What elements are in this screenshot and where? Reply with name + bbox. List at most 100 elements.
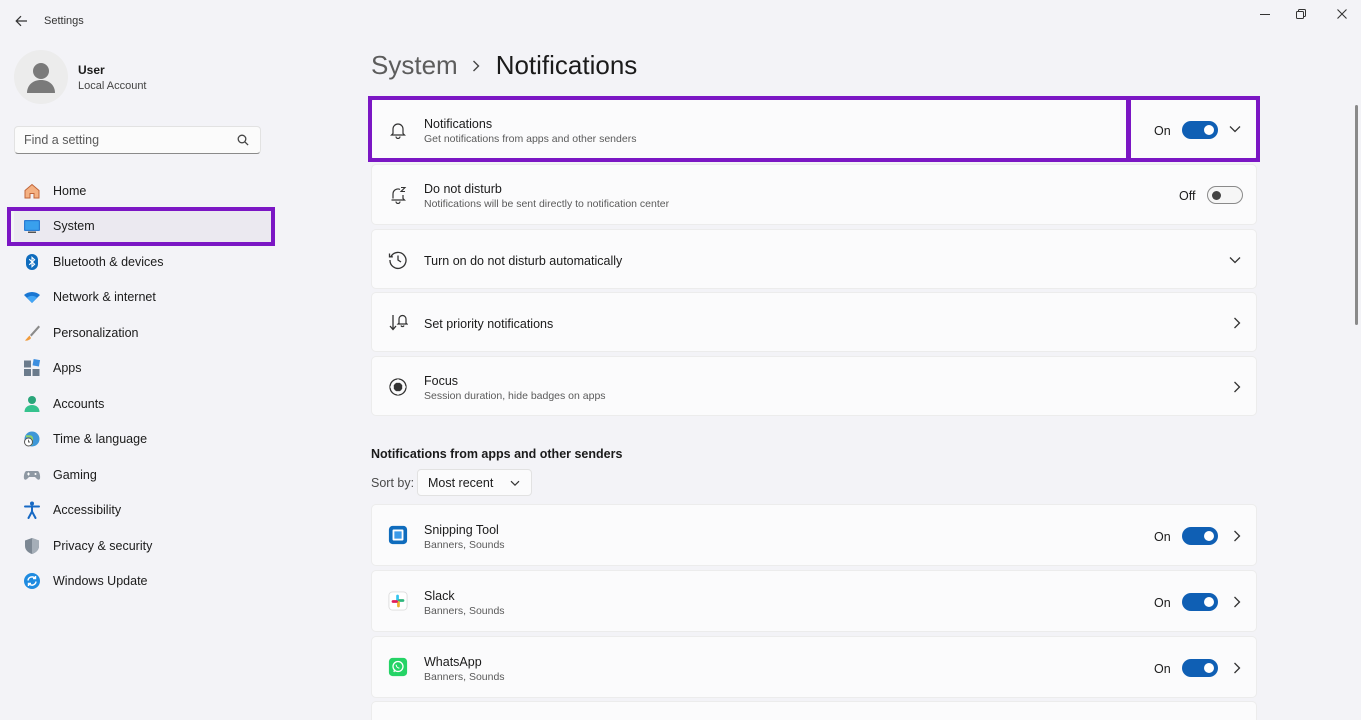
bell-icon xyxy=(388,120,408,140)
app-row-partial[interactable] xyxy=(371,701,1257,720)
sidebar-item-label: Accessibility xyxy=(53,503,122,518)
sidebar-item-personalization[interactable]: Personalization xyxy=(14,315,274,351)
user-profile[interactable]: User Local Account xyxy=(14,50,147,104)
sidebar-item-label: Privacy & security xyxy=(53,538,153,553)
do-not-disturb-title: Do not disturb xyxy=(424,182,502,196)
slack-icon xyxy=(388,591,408,611)
app-state: On xyxy=(1154,662,1171,676)
back-button[interactable] xyxy=(12,12,30,30)
search-icon[interactable] xyxy=(237,134,249,146)
search-box[interactable] xyxy=(14,126,261,154)
accessibility-icon xyxy=(23,501,41,520)
priority-notifications-title: Set priority notifications xyxy=(424,317,554,331)
chevron-down-icon xyxy=(509,477,521,489)
snipping-tool-toggle[interactable] xyxy=(1182,527,1218,545)
notifications-title: Notifications xyxy=(424,117,493,131)
close-icon xyxy=(1337,9,1347,19)
sidebar-item-privacy[interactable]: Privacy & security xyxy=(14,528,274,564)
profile-name: User xyxy=(78,62,105,77)
sidebar-item-label: Bluetooth & devices xyxy=(53,254,164,269)
sidebar-item-apps[interactable]: Apps xyxy=(14,351,274,387)
avatar xyxy=(14,50,68,104)
app-row-snipping-tool[interactable]: Snipping Tool Banners, Sounds On xyxy=(371,504,1257,566)
sidebar-item-accessibility[interactable]: Accessibility xyxy=(14,493,274,529)
notifications-toggle[interactable] xyxy=(1182,121,1218,139)
snipping-tool-icon xyxy=(388,525,408,545)
sidebar-item-label: Personalization xyxy=(53,325,139,340)
sidebar-item-label: Windows Update xyxy=(53,574,148,589)
sidebar-item-label: Accounts xyxy=(53,396,105,411)
notifications-subtitle: Get notifications from apps and other se… xyxy=(424,133,637,145)
sidebar-item-label: Apps xyxy=(53,361,82,376)
app-state: On xyxy=(1154,596,1171,610)
app-title: Settings xyxy=(44,15,84,27)
breadcrumb-parent[interactable]: System xyxy=(371,50,458,81)
sidebar-item-bluetooth[interactable]: Bluetooth & devices xyxy=(14,244,274,280)
app-detail: Banners, Sounds xyxy=(424,605,505,617)
app-name: Slack xyxy=(424,589,455,603)
sidebar-item-windows-update[interactable]: Windows Update xyxy=(14,564,274,600)
minimize-icon xyxy=(1260,14,1270,15)
close-button[interactable] xyxy=(1332,6,1352,22)
sidebar-nav: Home System Bluetooth & devices Network … xyxy=(14,173,274,599)
sidebar-item-label: System xyxy=(53,219,95,234)
sidebar-item-label: Time & language xyxy=(53,432,148,447)
do-not-disturb-subtitle: Notifications will be sent directly to n… xyxy=(424,198,670,210)
sidebar-item-gaming[interactable]: Gaming xyxy=(14,457,274,493)
dnd-automatic-card[interactable]: Turn on do not disturb automatically xyxy=(371,229,1257,289)
sidebar-item-time-language[interactable]: Time & language xyxy=(14,422,274,458)
sidebar-item-label: Network & internet xyxy=(53,290,156,305)
chevron-right-icon xyxy=(472,59,482,73)
sidebar-item-network[interactable]: Network & internet xyxy=(14,280,274,316)
clock-icon xyxy=(388,250,408,270)
vertical-scrollbar[interactable] xyxy=(1355,105,1358,325)
globe-clock-icon xyxy=(23,430,41,448)
whatsapp-toggle[interactable] xyxy=(1182,659,1218,677)
chevron-right-icon[interactable] xyxy=(1231,596,1243,608)
chevron-right-icon[interactable] xyxy=(1231,317,1243,329)
bell-snooze-icon xyxy=(388,185,408,205)
sidebar-item-home[interactable]: Home xyxy=(14,173,274,209)
do-not-disturb-card[interactable]: Do not disturb Notifications will be sen… xyxy=(371,164,1257,225)
slack-toggle[interactable] xyxy=(1182,593,1218,611)
whatsapp-icon xyxy=(388,657,408,677)
search-input[interactable] xyxy=(24,133,224,147)
app-state: On xyxy=(1154,530,1171,544)
apps-icon xyxy=(23,359,41,377)
home-icon xyxy=(23,182,41,200)
apps-section-title: Notifications from apps and other sender… xyxy=(371,447,623,461)
chevron-right-icon[interactable] xyxy=(1231,662,1243,674)
focus-card[interactable]: Focus Session duration, hide badges on a… xyxy=(371,356,1257,416)
notifications-state: On xyxy=(1154,124,1171,138)
chevron-down-icon[interactable] xyxy=(1229,123,1241,135)
chevron-right-icon[interactable] xyxy=(1231,381,1243,393)
sidebar-item-label: Home xyxy=(53,183,87,198)
focus-icon xyxy=(388,377,408,397)
system-icon xyxy=(23,217,41,235)
restore-button[interactable] xyxy=(1291,6,1311,22)
do-not-disturb-state: Off xyxy=(1179,189,1196,203)
app-row-slack[interactable]: Slack Banners, Sounds On xyxy=(371,570,1257,632)
priority-icon xyxy=(388,313,408,333)
sidebar-item-accounts[interactable]: Accounts xyxy=(14,386,274,422)
brush-icon xyxy=(23,324,41,342)
gamepad-icon xyxy=(23,466,41,484)
app-row-whatsapp[interactable]: WhatsApp Banners, Sounds On xyxy=(371,636,1257,698)
priority-notifications-card[interactable]: Set priority notifications xyxy=(371,292,1257,352)
app-detail: Banners, Sounds xyxy=(424,539,505,551)
app-name: Snipping Tool xyxy=(424,523,499,537)
page-title: Notifications xyxy=(495,50,638,80)
sidebar-item-system[interactable]: System xyxy=(14,208,274,244)
sort-dropdown[interactable]: Most recent xyxy=(417,469,532,496)
chevron-right-icon[interactable] xyxy=(1231,530,1243,542)
profile-account-type: Local Account xyxy=(78,79,147,92)
chevron-down-icon[interactable] xyxy=(1229,254,1241,266)
sidebar-item-label: Gaming xyxy=(53,467,97,482)
sort-label: Sort by: xyxy=(371,476,415,490)
back-arrow-icon xyxy=(14,15,27,27)
notifications-card[interactable]: Notifications Get notifications from app… xyxy=(371,98,1257,160)
do-not-disturb-toggle[interactable] xyxy=(1207,186,1243,204)
minimize-button[interactable] xyxy=(1255,6,1275,22)
accounts-icon xyxy=(23,395,41,413)
breadcrumb: System Notifications xyxy=(371,50,637,81)
